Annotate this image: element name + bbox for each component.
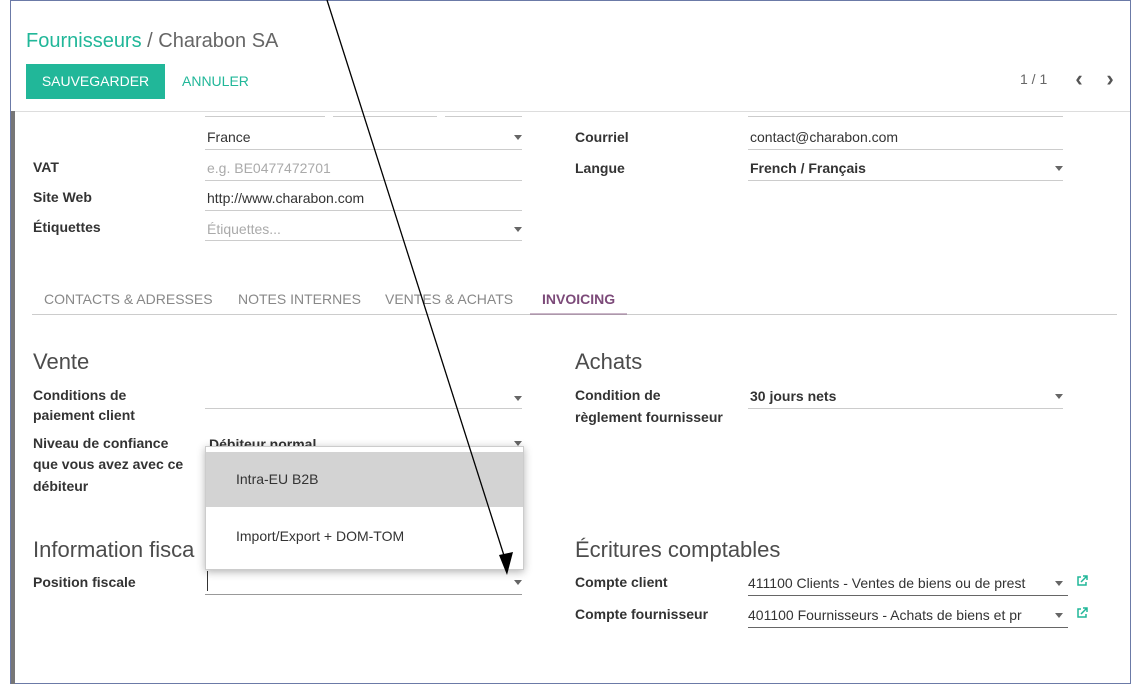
payment-terms-select[interactable] [205,408,522,409]
field-underline [748,149,1063,150]
address-field-underline [205,116,325,117]
chevron-down-icon[interactable] [1055,613,1063,618]
language-label: Langue [575,160,625,176]
fiscal-position-input[interactable] [205,594,522,595]
phone-field-underline [748,116,1063,117]
fiscal-position-dropdown: Intra-EU B2B Import/Export + DOM-TOM [205,446,524,570]
supplier-account-label: Compte fournisseur [575,606,709,622]
chevron-left-icon[interactable]: ‹ [1071,68,1087,90]
supplier-account-select[interactable]: 401100 Fournisseurs - Achats de biens et… [748,607,1040,623]
field-underline [205,210,522,211]
tags-label: Étiquettes [33,219,101,235]
external-link-icon[interactable] [1076,607,1088,619]
language-select[interactable]: French / Français [750,160,866,176]
tab-notes[interactable]: NOTES INTERNES [238,291,361,307]
control-panel [11,1,1130,112]
fiscal-position-label: Position fiscale [33,574,136,590]
vat-input[interactable]: e.g. BE0477472701 [207,160,331,176]
section-title-achats: Achats [575,349,643,374]
chevron-down-icon[interactable] [514,135,522,140]
section-title-ecritures: Écritures comptables [575,537,781,562]
field-underline [748,180,1063,181]
website-label: Site Web [33,189,92,205]
address-field-underline [445,116,522,117]
tab-active-indicator [530,313,627,315]
field-underline [205,240,522,241]
save-button[interactable]: SAUVEGARDER [26,64,165,99]
field-underline [205,180,522,181]
dropdown-item-import-export[interactable]: Import/Export + DOM-TOM [206,509,523,564]
breadcrumb-separator: / [147,30,153,52]
external-link-icon[interactable] [1076,575,1088,587]
field-underline [748,408,1063,409]
sheet-border [11,111,15,684]
chevron-down-icon[interactable] [1055,581,1063,586]
section-title-fiscal: Information fisca [33,537,195,562]
chevron-down-icon[interactable] [1055,166,1063,171]
chevron-down-icon[interactable] [514,396,522,401]
field-underline [205,149,522,150]
website-input[interactable]: http://www.charabon.com [207,190,364,206]
email-input[interactable]: contact@charabon.com [750,129,898,145]
section-title-vente: Vente [33,349,90,374]
payment-terms-label-line1: Conditions de [33,387,127,403]
chevron-down-icon[interactable] [514,580,522,585]
trust-label-line3: débiteur [33,478,89,494]
trust-label-line2: que vous avez avec ce [33,456,184,472]
customer-account-select[interactable]: 411100 Clients - Ventes de biens ou de p… [748,575,1038,591]
dropdown-item-intra-eu[interactable]: Intra-EU B2B [206,452,523,507]
field-underline [748,595,1068,596]
chevron-down-icon[interactable] [514,227,522,232]
chevron-right-icon[interactable]: › [1102,68,1118,90]
supplier-terms-select[interactable]: 30 jours nets [750,388,836,404]
field-underline [748,627,1068,628]
country-select[interactable]: France [207,129,251,145]
pager-value[interactable]: 1 / 1 [1020,71,1047,87]
chevron-down-icon[interactable] [1055,394,1063,399]
trust-label-line1: Niveau de confiance [33,435,169,451]
breadcrumb-current: Charabon SA [158,30,279,52]
vat-label: VAT [33,159,59,175]
tab-sales-purchases[interactable]: VENTES & ACHATS [385,291,513,307]
tags-input[interactable]: Étiquettes... [207,221,281,237]
tab-invoicing[interactable]: INVOICING [542,291,615,307]
supplier-terms-label-line1: Condition de [575,387,661,403]
breadcrumb-parent[interactable]: Fournisseurs [26,30,142,52]
breadcrumb: Fournisseurs / Charabon SA [26,30,278,53]
cancel-button[interactable]: ANNULER [182,73,249,89]
email-label: Courriel [575,129,629,145]
payment-terms-label-line2: paiement client [33,407,135,423]
supplier-terms-label-line2: règlement fournisseur [575,409,723,425]
customer-account-label: Compte client [575,574,668,590]
address-field-underline [333,116,437,117]
text-cursor [207,571,208,591]
tab-contacts[interactable]: CONTACTS & ADRESSES [44,291,213,307]
